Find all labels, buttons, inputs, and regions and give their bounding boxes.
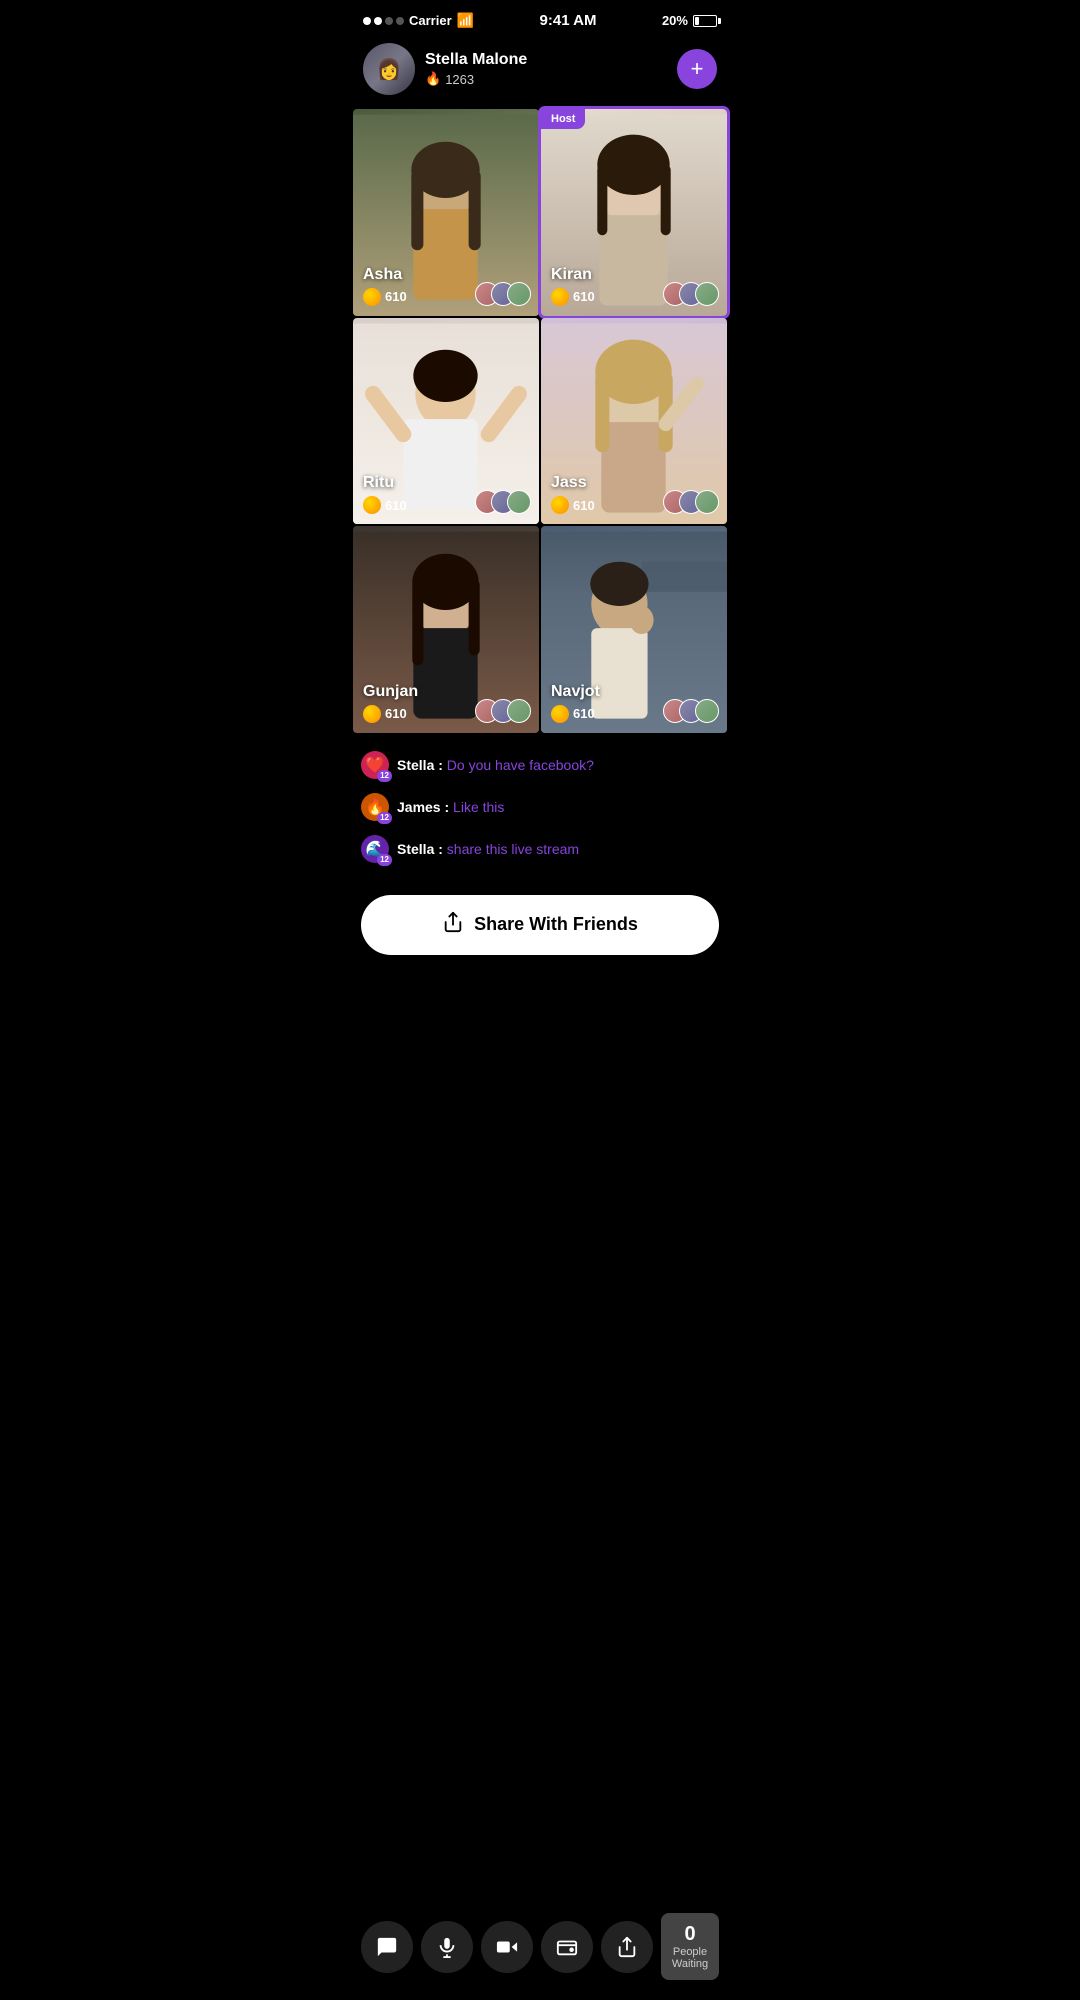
status-right: 20% — [662, 13, 717, 28]
dot-3 — [385, 17, 393, 25]
streamer-score-asha: 610 — [363, 288, 407, 306]
profile-header: 👩 Stella Malone 🔥 1263 + — [345, 35, 735, 109]
streamer-score-navjot: 610 — [551, 705, 595, 723]
battery-percent: 20% — [662, 13, 688, 28]
streamer-name-jass: Jass — [551, 474, 587, 492]
dot-2 — [374, 17, 382, 25]
stream-grid: Asha 610 Host Kiran — [345, 109, 735, 733]
chat-avatar-2: 🔥 12 — [361, 793, 389, 821]
viewer-av-3 — [695, 490, 719, 514]
streamer-name-gunjan: Gunjan — [363, 683, 418, 701]
stream-cell-gunjan[interactable]: Gunjan 610 — [353, 526, 539, 733]
waiting-count: 0 — [684, 1923, 695, 1946]
share-with-friends-button[interactable]: Share With Friends — [361, 895, 719, 955]
battery-icon — [693, 15, 717, 27]
coin-icon — [551, 496, 569, 514]
viewer-av-3 — [507, 490, 531, 514]
share-toolbar-button[interactable] — [601, 1921, 653, 1973]
share-icon — [442, 911, 464, 939]
viewer-avatars-ritu — [475, 490, 531, 514]
chat-button[interactable] — [361, 1921, 413, 1973]
chat-text-2: James : Like this — [397, 799, 504, 815]
viewer-av-3 — [695, 699, 719, 723]
dot-1 — [363, 17, 371, 25]
streamer-score-ritu: 610 — [363, 496, 407, 514]
coin-icon — [363, 705, 381, 723]
wallet-button[interactable] — [541, 1921, 593, 1973]
viewer-avatars-kiran — [663, 282, 719, 306]
streamer-name-asha: Asha — [363, 266, 402, 284]
profile-score: 🔥 1263 — [425, 71, 667, 87]
status-bar: Carrier 📶 9:41 AM 20% — [345, 0, 735, 35]
score-value: 1263 — [445, 72, 474, 87]
viewer-av-3 — [507, 282, 531, 306]
waiting-label: People Waiting — [669, 1946, 711, 1970]
stream-cell-jass[interactable]: Jass 610 — [541, 318, 727, 525]
viewer-avatars-asha — [475, 282, 531, 306]
chat-message-1: ❤️ 12 Stella : Do you have facebook? — [361, 751, 719, 779]
stream-cell-asha[interactable]: Asha 610 — [353, 109, 539, 316]
host-badge: Host — [541, 109, 585, 129]
stream-cell-ritu[interactable]: Ritu 610 — [353, 318, 539, 525]
chat-level-1: 12 — [377, 770, 392, 782]
streamer-name-kiran: Kiran — [551, 266, 592, 284]
chat-message-3: 🌊 12 Stella : share this live stream — [361, 835, 719, 863]
add-button[interactable]: + — [677, 49, 717, 89]
chat-text-3: Stella : share this live stream — [397, 841, 579, 857]
people-waiting-badge: 0 People Waiting — [661, 1913, 719, 1980]
avatar: 👩 — [363, 43, 415, 95]
bottom-toolbar: 0 People Waiting — [345, 1901, 735, 2000]
chat-avatar-3: 🌊 12 — [361, 835, 389, 863]
chat-message-2: 🔥 12 James : Like this — [361, 793, 719, 821]
video-button[interactable] — [481, 1921, 533, 1973]
viewer-av-3 — [507, 699, 531, 723]
stream-cell-kiran[interactable]: Host Kiran 610 — [541, 109, 727, 316]
dot-4 — [396, 17, 404, 25]
carrier-label: Carrier — [409, 13, 452, 28]
chat-level-2: 12 — [377, 812, 392, 824]
chat-text-1: Stella : Do you have facebook? — [397, 757, 594, 773]
coin-icon — [363, 288, 381, 306]
share-button-label: Share With Friends — [474, 914, 638, 935]
stream-cell-navjot[interactable]: Navjot 610 — [541, 526, 727, 733]
mic-button[interactable] — [421, 1921, 473, 1973]
share-section: Share With Friends — [345, 887, 735, 975]
streamer-score-gunjan: 610 — [363, 705, 407, 723]
flame-icon: 🔥 — [425, 71, 441, 87]
profile-name: Stella Malone — [425, 51, 667, 69]
viewer-av-3 — [695, 282, 719, 306]
signal-dots — [363, 17, 404, 25]
streamer-name-navjot: Navjot — [551, 683, 600, 701]
wifi-icon: 📶 — [457, 12, 474, 29]
viewer-avatars-navjot — [663, 699, 719, 723]
viewer-avatars-jass — [663, 490, 719, 514]
coin-icon — [551, 705, 569, 723]
viewer-avatars-gunjan — [475, 699, 531, 723]
status-left: Carrier 📶 — [363, 12, 474, 29]
chat-level-3: 12 — [377, 854, 392, 866]
chat-avatar-1: ❤️ 12 — [361, 751, 389, 779]
coin-icon — [551, 288, 569, 306]
chat-area: ❤️ 12 Stella : Do you have facebook? 🔥 1… — [345, 733, 735, 887]
streamer-score-kiran: 610 — [551, 288, 595, 306]
streamer-name-ritu: Ritu — [363, 474, 394, 492]
profile-info: Stella Malone 🔥 1263 — [425, 51, 667, 87]
streamer-score-jass: 610 — [551, 496, 595, 514]
status-time: 9:41 AM — [540, 12, 597, 29]
coin-icon — [363, 496, 381, 514]
